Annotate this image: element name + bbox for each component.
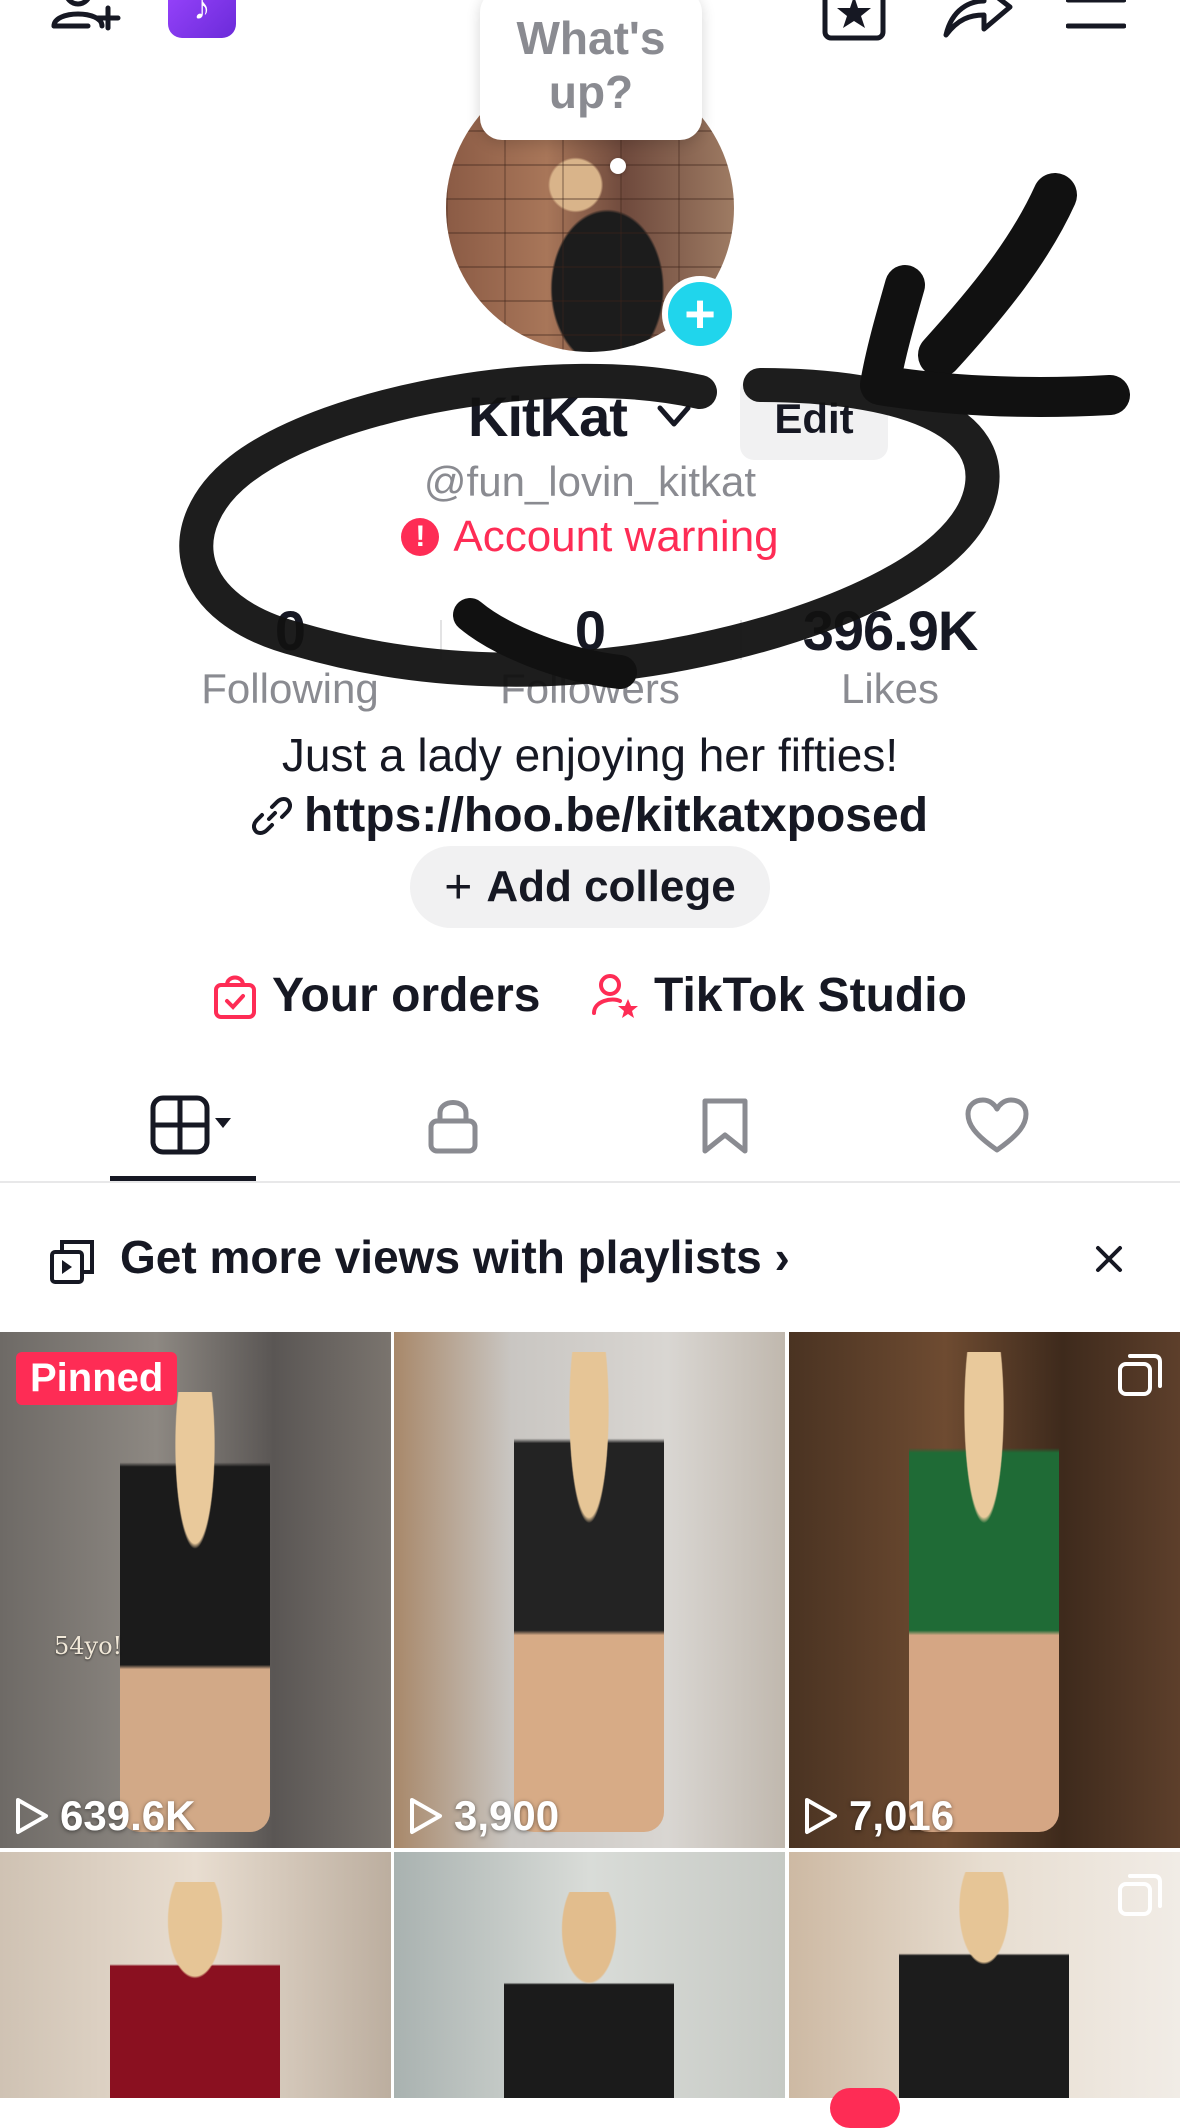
video-figure — [514, 1352, 664, 1832]
status-bubble-text: What's up? — [516, 12, 666, 118]
close-icon[interactable] — [1094, 1244, 1124, 1274]
share-arrow-icon — [943, 0, 1013, 38]
chevron-down-icon[interactable] — [656, 402, 692, 430]
video-overlay-text: 54yo! — [54, 1632, 123, 1660]
video-figure — [120, 1392, 270, 1832]
video-figure — [909, 1352, 1059, 1832]
creator-star-icon — [592, 973, 638, 1018]
plus-icon: + — [444, 860, 473, 914]
video-thumbnail[interactable] — [394, 1852, 785, 2098]
display-name[interactable]: KitKat — [468, 384, 628, 449]
likes-count: 396.9K — [802, 599, 979, 662]
view-count-value: 3,900 — [454, 1792, 560, 1839]
multi-photo-icon — [1118, 1874, 1162, 1916]
video-thumbnail[interactable] — [0, 1852, 391, 2098]
stat-followers[interactable]: 0 Followers — [440, 598, 740, 713]
pinned-badge: Pinned — [16, 1352, 178, 1405]
grid-gutter — [785, 1332, 789, 2098]
profile-bio: Just a lady enjoying her fifties! — [281, 729, 899, 781]
add-story-button[interactable]: + — [662, 276, 738, 352]
view-count: 3,900 — [408, 1792, 559, 1840]
your-orders-label: Your orders — [272, 969, 541, 1022]
video-figure — [899, 1872, 1069, 2098]
edit-profile-button[interactable]: Edit — [740, 378, 888, 460]
username-handle: @fun_lovin_kitkat — [423, 458, 757, 505]
tiktok-studio-link[interactable]: TikTok Studio — [590, 968, 967, 1023]
stat-following[interactable]: 0 Following — [140, 598, 440, 713]
video-thumbnail[interactable]: 3,900 — [394, 1332, 785, 1848]
notification-badge — [830, 2088, 900, 2128]
view-count: 639.6K — [14, 1792, 195, 1840]
followers-label: Followers — [500, 665, 680, 712]
likes-label: Likes — [840, 665, 940, 712]
tiktok-note-icon[interactable]: ♪ — [168, 0, 236, 38]
link-icon — [251, 796, 292, 835]
followers-count: 0 — [574, 599, 606, 662]
tab-saved[interactable] — [660, 1090, 790, 1160]
playlist-promo-banner[interactable]: Get more views with playlists › — [0, 1222, 1180, 1294]
alert-icon: ! — [401, 518, 440, 556]
profile-link[interactable]: https://hoo.be/kitkatxposed — [0, 788, 1180, 843]
stat-likes[interactable]: 396.9K Likes — [740, 598, 1040, 713]
profile-link-url: https://hoo.be/kitkatxposed — [303, 789, 929, 842]
plus-icon: + — [684, 284, 716, 344]
video-thumbnail[interactable]: Pinned 54yo! 639.6K — [0, 1332, 391, 1848]
annotation-arrow-shaft — [918, 173, 1077, 377]
favorites-button[interactable] — [818, 0, 890, 46]
play-icon — [410, 1798, 442, 1834]
multi-photo-icon — [1118, 1354, 1162, 1396]
add-college-label: Add college — [486, 862, 736, 911]
tab-private[interactable] — [388, 1090, 518, 1160]
video-thumbnail[interactable] — [789, 1852, 1180, 2098]
playlist-icon — [50, 1240, 94, 1284]
playlist-promo-text: Get more views with playlists › — [120, 1230, 790, 1284]
view-count-value: 639.6K — [60, 1792, 196, 1839]
hamburger-menu-icon — [1066, 0, 1126, 29]
video-figure — [504, 1892, 674, 2098]
bookmark-star-icon — [822, 0, 886, 41]
tab-divider — [0, 1181, 1180, 1183]
grid-gutter — [0, 1848, 1180, 1852]
bubble-tail-dot — [610, 158, 626, 174]
share-button[interactable] — [938, 0, 1018, 46]
following-label: Following — [201, 665, 379, 712]
shopping-bag-icon — [214, 975, 256, 1019]
view-count: 7,016 — [803, 1792, 954, 1840]
account-warning-label: Account warning — [453, 512, 779, 561]
your-orders-link[interactable]: Your orders — [212, 968, 541, 1023]
play-icon — [16, 1798, 48, 1834]
grid-gutter — [391, 1332, 394, 2098]
add-friend-button[interactable] — [46, 0, 126, 50]
status-bubble[interactable]: What's up? — [480, 0, 702, 140]
following-count: 0 — [274, 599, 306, 662]
annotation-arrow-head — [860, 265, 1130, 417]
view-count-value: 7,016 — [849, 1792, 955, 1839]
tab-videos[interactable] — [118, 1090, 248, 1160]
tiktok-studio-label: TikTok Studio — [654, 969, 967, 1022]
lock-icon — [428, 1100, 478, 1154]
chevron-right-icon: › — [774, 1231, 790, 1283]
tab-liked[interactable] — [932, 1090, 1062, 1160]
grid-icon — [150, 1095, 231, 1155]
play-icon — [805, 1798, 837, 1834]
playlist-promo-label: Get more views with playlists — [120, 1231, 762, 1283]
account-warning-link[interactable]: ! Account warning — [0, 512, 1180, 562]
menu-button[interactable] — [1064, 0, 1128, 46]
video-thumbnail[interactable]: 7,016 — [789, 1332, 1180, 1848]
add-college-button[interactable]: + Add college — [410, 846, 770, 928]
bookmark-icon — [702, 1098, 748, 1154]
person-plus-icon — [51, 0, 121, 31]
video-figure — [110, 1882, 280, 2098]
heart-icon — [965, 1097, 1029, 1153]
